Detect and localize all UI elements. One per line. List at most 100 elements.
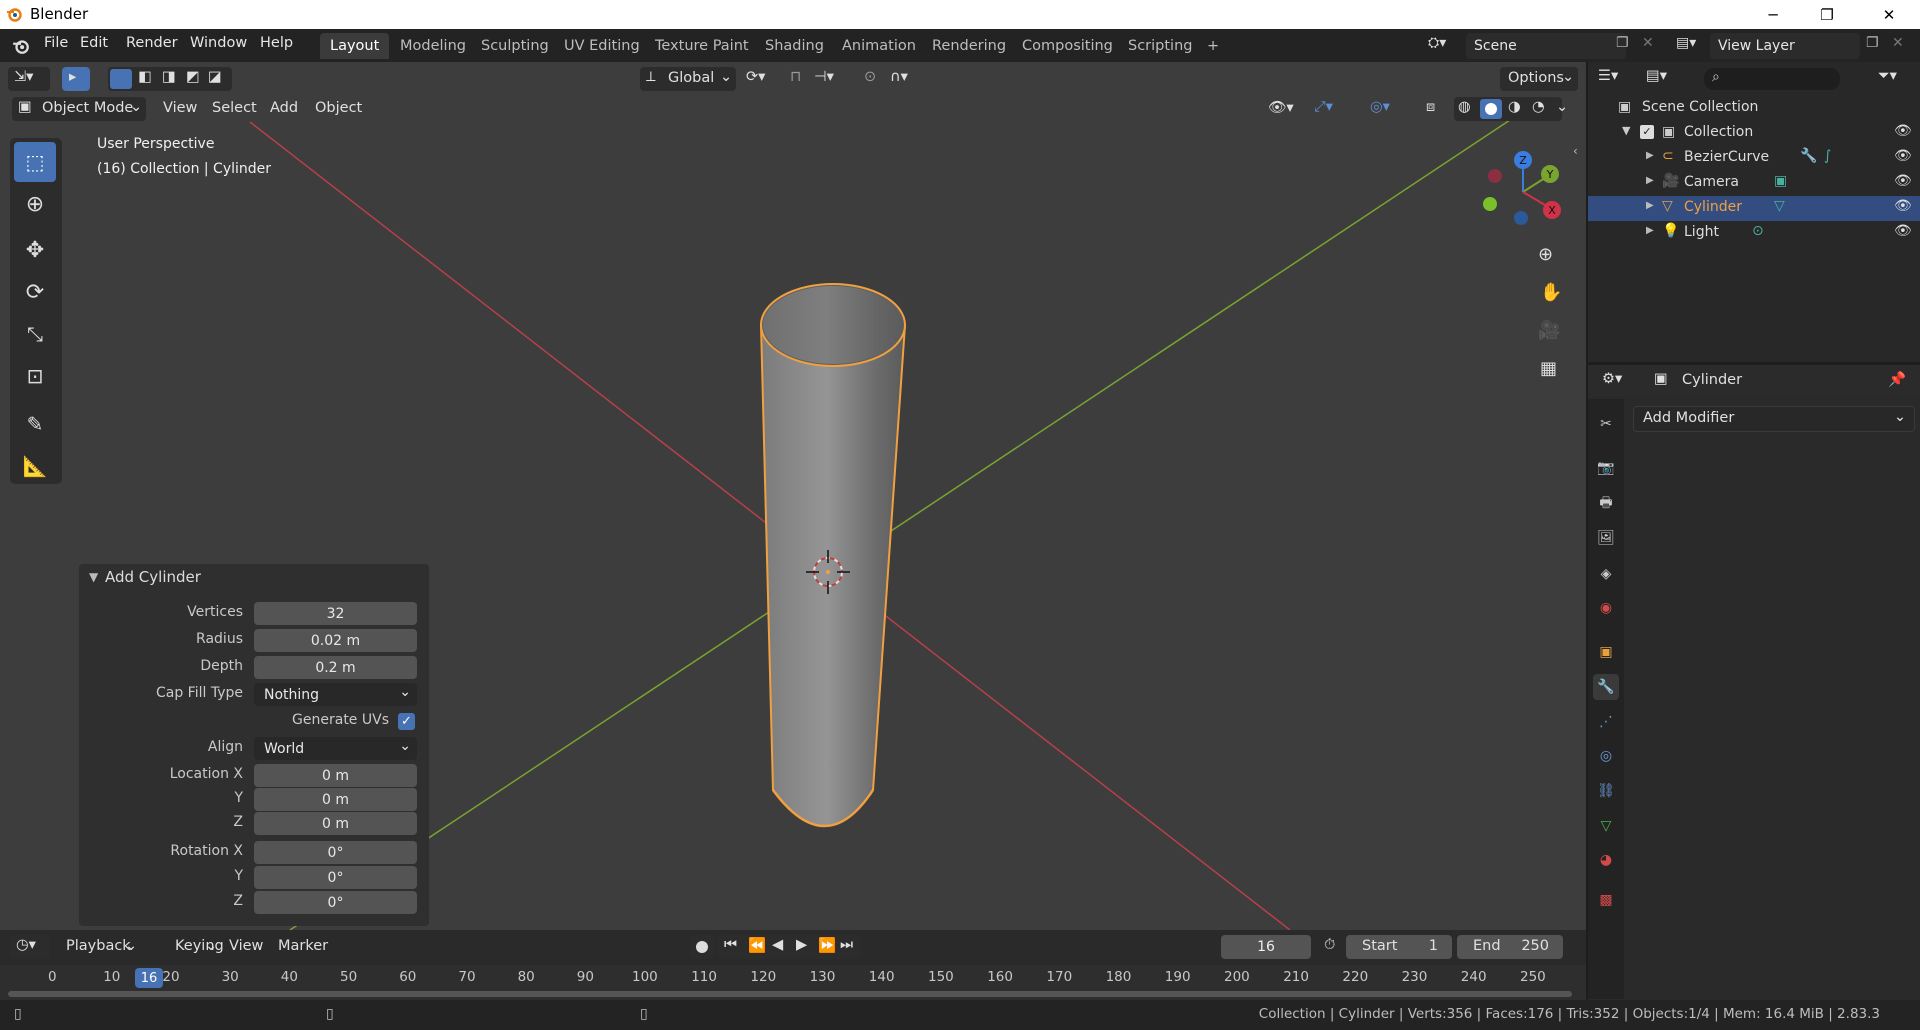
annotate-tool[interactable]: ✎ bbox=[14, 404, 56, 444]
wireframe-shading-icon[interactable]: ◍ bbox=[1458, 99, 1471, 115]
timeline-menu-marker[interactable]: Marker bbox=[278, 938, 328, 954]
visibility-eye-icon[interactable]: 👁 bbox=[1894, 173, 1912, 189]
view-layer-field[interactable]: View Layer bbox=[1710, 33, 1860, 59]
scene-browse-icon[interactable]: ⛭▾ bbox=[1428, 35, 1464, 57]
tab-shading[interactable]: Shading bbox=[755, 33, 834, 59]
snap-target-icon[interactable]: ⊣▾ bbox=[814, 69, 834, 85]
shading-options-icon[interactable]: ⌄ bbox=[1556, 99, 1568, 115]
timeline-menu-playback[interactable]: Playback bbox=[66, 938, 131, 954]
expand-arrow-icon[interactable]: ▶ bbox=[1646, 150, 1654, 161]
move-tool[interactable]: ✥ bbox=[14, 230, 56, 270]
current-frame-indicator[interactable]: 16 bbox=[135, 968, 163, 988]
depth-field[interactable]: 0.2 m bbox=[254, 656, 417, 679]
outliner-item-light[interactable]: ▶ 💡 Light ⊙ 👁 bbox=[1588, 221, 1920, 246]
xray-toggle-icon[interactable]: ⧈ bbox=[1426, 99, 1435, 115]
timeline-menu-view[interactable]: View bbox=[229, 938, 263, 954]
cap-fill-select[interactable]: Nothing ⌄ bbox=[254, 683, 417, 706]
tab-uv-editing[interactable]: UV Editing bbox=[554, 33, 650, 59]
tab-scripting[interactable]: Scripting bbox=[1118, 33, 1202, 59]
record-button[interactable] bbox=[690, 935, 714, 959]
measure-tool[interactable]: 📐 bbox=[14, 446, 56, 486]
filter-icon[interactable]: ⏷▾ bbox=[1878, 68, 1897, 84]
new-view-layer-icon[interactable]: ❐ bbox=[1866, 35, 1879, 51]
falloff-icon[interactable]: ∩▾ bbox=[890, 69, 908, 85]
outliner-collection-row[interactable]: ▼ ✓ ▣ Collection 👁 bbox=[1588, 121, 1920, 146]
preview-range-icon[interactable]: ⏱ bbox=[1324, 937, 1335, 953]
select-tool-button[interactable]: ▸ bbox=[62, 67, 90, 91]
prev-keyframe-icon[interactable]: ⏪ bbox=[748, 937, 766, 954]
outliner-search-input[interactable]: ⌕ bbox=[1704, 68, 1840, 90]
select-box-tool[interactable]: ⬚ bbox=[14, 142, 56, 182]
viewport-menu-select[interactable]: Select bbox=[212, 100, 257, 116]
outliner-editor-type-icon[interactable]: ☰▾ bbox=[1598, 68, 1618, 84]
camera-data-icon[interactable]: ▣ bbox=[1774, 173, 1787, 189]
constraints-tab-icon[interactable]: ⛓ bbox=[1593, 778, 1619, 804]
playback-controls[interactable]: ⏮ ⏪ ◀ ▶ ⏩ ⏭ bbox=[718, 935, 860, 959]
display-mode-icon[interactable]: ▤▾ bbox=[1646, 68, 1667, 84]
minimize-button[interactable]: ─ bbox=[1746, 0, 1800, 29]
play-icon[interactable]: ▶ bbox=[796, 937, 807, 953]
sidebar-toggle-icon[interactable]: ‹ bbox=[1573, 144, 1578, 158]
outliner-scene-collection-row[interactable]: ▣ Scene Collection bbox=[1588, 96, 1920, 121]
maximize-button[interactable]: ❐ bbox=[1800, 0, 1854, 29]
rotation-x-field[interactable]: 0° bbox=[254, 841, 417, 864]
pan-hand-icon[interactable]: ✋ bbox=[1540, 282, 1562, 303]
radius-field[interactable]: 0.02 m bbox=[254, 629, 417, 652]
menu-render[interactable]: Render bbox=[126, 35, 178, 51]
rendered-shading-icon[interactable]: ◔ bbox=[1532, 99, 1545, 115]
panel-title[interactable]: Add Cylinder bbox=[105, 568, 201, 586]
physics-tab-icon[interactable]: ◎ bbox=[1593, 743, 1619, 769]
world-tab-icon[interactable]: ◉ bbox=[1593, 595, 1619, 621]
rotation-z-field[interactable]: 0° bbox=[254, 891, 417, 914]
timeline[interactable]: ◷▾ Playback Keying View Marker ⌄ ⌄ ⏮ ⏪ ◀… bbox=[0, 930, 1586, 1000]
current-frame-field[interactable]: 16 bbox=[1221, 935, 1311, 959]
data-tab-icon[interactable]: ▽ bbox=[1593, 813, 1619, 839]
properties-editor-type-icon[interactable]: ⚙▾ bbox=[1602, 371, 1622, 387]
visibility-eye-icon[interactable]: 👁 bbox=[1894, 123, 1912, 139]
particles-tab-icon[interactable]: ⋰ bbox=[1593, 709, 1619, 735]
add-modifier-dropdown[interactable]: Add Modifier ⌄ bbox=[1633, 406, 1915, 432]
rotate-tool[interactable]: ⟳ bbox=[14, 272, 56, 312]
texture-tab-icon[interactable]: ▩ bbox=[1593, 887, 1619, 913]
pin-icon[interactable]: 📌 bbox=[1888, 371, 1906, 388]
outliner-item-camera[interactable]: ▶ 🎥 Camera ▣ 👁 bbox=[1588, 171, 1920, 196]
select-subtract-icon[interactable]: ◨ bbox=[162, 69, 176, 85]
select-mode-buttons[interactable]: ◧ ◨ ◩ ◪ bbox=[108, 67, 232, 91]
viewport-menu-object[interactable]: Object bbox=[315, 100, 362, 116]
overlay-toggle-icon[interactable]: ◎▾ bbox=[1370, 99, 1390, 115]
visibility-eye-icon[interactable]: 👁 bbox=[1894, 223, 1912, 239]
pivot-point-icon[interactable]: ⟳▾ bbox=[746, 69, 765, 85]
tool-tab-icon[interactable]: ✂ bbox=[1593, 411, 1619, 437]
tab-modeling[interactable]: Modeling bbox=[390, 33, 476, 59]
tab-compositing[interactable]: Compositing bbox=[1012, 33, 1123, 59]
tab-layout[interactable]: Layout bbox=[320, 33, 390, 59]
outliner-item-cylinder[interactable]: ▶ ▽ Cylinder ▽ 👁 bbox=[1588, 196, 1920, 221]
render-tab-icon[interactable]: 📷 bbox=[1593, 455, 1619, 481]
expand-arrow-icon[interactable]: ▶ bbox=[1646, 225, 1654, 236]
location-y-field[interactable]: 0 m bbox=[254, 788, 417, 811]
outliner-item-beziercurve[interactable]: ▶ ⊂ BezierCurve 🔧 ∫ 👁 bbox=[1588, 146, 1920, 171]
scene-tab-icon[interactable]: ◈ bbox=[1593, 561, 1619, 587]
transform-orientation-select[interactable]: ⟂ Global ⌄ bbox=[640, 67, 736, 91]
snap-icon[interactable]: ⊓ bbox=[790, 69, 801, 85]
visibility-icon[interactable]: 👁▾ bbox=[1268, 99, 1294, 116]
visibility-eye-icon[interactable]: 👁 bbox=[1894, 148, 1912, 164]
material-tab-icon[interactable]: ◕ bbox=[1593, 847, 1619, 873]
jump-start-icon[interactable]: ⏮ bbox=[724, 937, 737, 953]
menu-file[interactable]: File bbox=[44, 35, 68, 51]
blender-menu-icon[interactable] bbox=[12, 37, 30, 55]
modifier-wrench-icon[interactable]: 🔧 bbox=[1800, 148, 1817, 164]
tab-animation[interactable]: Animation bbox=[832, 33, 926, 59]
view-layer-tab-icon[interactable]: 🖼 bbox=[1593, 525, 1619, 551]
close-button[interactable]: ✕ bbox=[1862, 0, 1916, 29]
outliner[interactable]: ☰▾ ▤▾ ⌕ ⏷▾ ▣ Scene Collection ▼ ✓ ▣ Coll… bbox=[1588, 62, 1920, 362]
delete-view-layer-icon[interactable]: ✕ bbox=[1892, 35, 1904, 51]
new-scene-icon[interactable]: ❐ bbox=[1616, 35, 1629, 51]
expand-arrow-icon[interactable]: ▶ bbox=[1646, 175, 1654, 186]
location-x-field[interactable]: 0 m bbox=[254, 764, 417, 787]
editor-type-button[interactable]: ⇲▾ bbox=[8, 67, 50, 91]
select-invert-icon[interactable]: ◩ bbox=[186, 69, 200, 85]
menu-help[interactable]: Help bbox=[260, 35, 293, 51]
expand-arrow-icon[interactable]: ▶ bbox=[1646, 200, 1654, 211]
viewport-menu-add[interactable]: Add bbox=[270, 100, 298, 116]
